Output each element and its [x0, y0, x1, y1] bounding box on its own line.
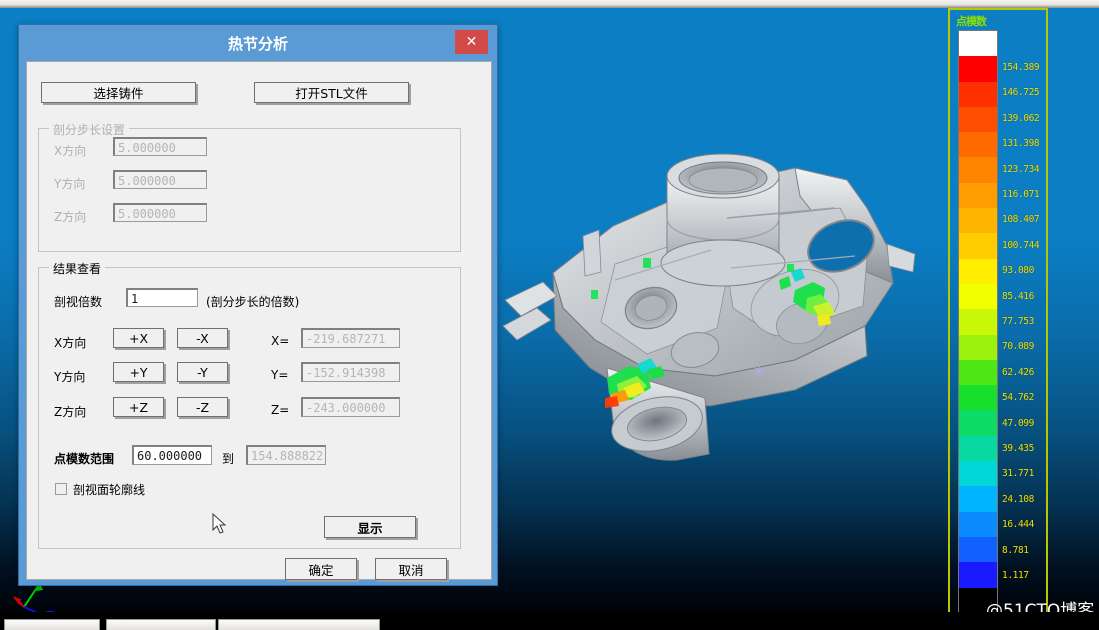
dialog-body: 选择铸件 打开STL文件 剖分步长设置 X方向 5.000000 Y方向 5.0…	[26, 61, 492, 580]
color-legend: 点模数 154.389146.725139.062131.398123.7341…	[948, 8, 1048, 620]
legend-band-13	[959, 360, 997, 385]
step-settings-group-title: 剖分步长设置	[49, 121, 129, 138]
axis-z-minus-button[interactable]: -Z	[177, 397, 228, 417]
legend-band-16	[959, 436, 997, 461]
casting-3d-model[interactable]	[495, 68, 925, 468]
coord-z-value[interactable]: -243.000000	[301, 397, 400, 417]
legend-tick-19: 8.781	[1002, 545, 1029, 556]
legend-tick-15: 39.435	[1002, 443, 1034, 454]
legend-tick-18: 16.444	[1002, 519, 1034, 530]
axis-x-minus-button[interactable]: -X	[177, 328, 228, 348]
legend-tick-10: 77.753	[1002, 316, 1034, 327]
dialog-titlebar[interactable]: 热节分析 ✕	[19, 25, 497, 61]
dialog-title: 热节分析	[19, 33, 497, 54]
legend-tick-0: 154.389	[1002, 62, 1039, 73]
step-z-input[interactable]: 5.000000	[113, 203, 207, 222]
step-x-label: X方向	[54, 142, 86, 159]
legend-tick-1: 146.725	[1002, 87, 1039, 98]
taskbar-button-3[interactable]	[218, 619, 380, 630]
legend-tick-14: 47.099	[1002, 418, 1034, 429]
axis-y-label: Y方向	[54, 368, 85, 385]
legend-band-18	[959, 486, 997, 511]
show-button[interactable]: 显示	[324, 516, 416, 538]
select-casting-button[interactable]: 选择铸件	[41, 82, 196, 103]
legend-tick-4: 123.734	[1002, 164, 1039, 175]
legend-band-12	[959, 335, 997, 360]
coord-z-label: Z=	[271, 403, 289, 417]
legend-band-11	[959, 309, 997, 334]
multiplier-input[interactable]: 1	[126, 288, 198, 307]
range-label: 点模数范围	[54, 450, 114, 467]
axis-z-plus-button[interactable]: +Z	[113, 397, 164, 417]
legend-band-3	[959, 107, 997, 132]
contour-checkbox-label: 剖视面轮廓线	[73, 481, 145, 498]
legend-tick-2: 139.062	[1002, 113, 1039, 124]
legend-band-5	[959, 157, 997, 182]
close-icon[interactable]: ✕	[455, 30, 488, 54]
legend-band-6	[959, 183, 997, 208]
contour-checkbox[interactable]	[55, 483, 67, 495]
range-from-input[interactable]: 60.000000	[132, 445, 212, 465]
top-toolbar-strip	[0, 0, 1099, 8]
coord-y-value[interactable]: -152.914398	[301, 362, 400, 382]
coord-x-label: X=	[271, 334, 289, 348]
legend-tick-8: 93.080	[1002, 265, 1034, 276]
coord-y-label: Y=	[271, 368, 288, 382]
application-window: ✳ Z 点模数 154.389146.725139.062131.398123.…	[0, 0, 1099, 630]
legend-band-15	[959, 410, 997, 435]
legend-band-10	[959, 284, 997, 309]
legend-tick-20: 1.117	[1002, 570, 1029, 581]
hot-spot-analysis-dialog: 热节分析 ✕ 选择铸件 打开STL文件 剖分步长设置 X方向 5.000000 …	[18, 24, 498, 586]
legend-band-17	[959, 461, 997, 486]
axis-y-minus-button[interactable]: -Y	[177, 362, 228, 382]
axis-z-label: Z方向	[54, 403, 86, 420]
legend-tick-17: 24.108	[1002, 494, 1034, 505]
legend-colorbar	[958, 30, 998, 614]
taskbar-button-1[interactable]	[4, 619, 100, 630]
legend-tick-7: 100.744	[1002, 240, 1039, 251]
axis-x-plus-button[interactable]: +X	[113, 328, 164, 348]
step-settings-group: 剖分步长设置	[38, 128, 461, 252]
legend-tick-5: 116.071	[1002, 189, 1039, 200]
legend-tick-9: 85.416	[1002, 291, 1034, 302]
legend-band-19	[959, 512, 997, 537]
legend-band-7	[959, 208, 997, 233]
legend-band-14	[959, 385, 997, 410]
legend-band-8	[959, 233, 997, 258]
multiplier-label: 剖视倍数	[54, 293, 102, 310]
legend-band-20	[959, 537, 997, 562]
legend-tick-12: 62.426	[1002, 367, 1034, 378]
step-z-label: Z方向	[54, 208, 86, 225]
step-x-input[interactable]: 5.000000	[113, 137, 207, 156]
ok-button[interactable]: 确定	[285, 558, 357, 580]
legend-band-21	[959, 562, 997, 587]
axis-y-plus-button[interactable]: +Y	[113, 362, 164, 382]
open-stl-file-button[interactable]: 打开STL文件	[254, 82, 409, 103]
axis-x-label: X方向	[54, 334, 86, 351]
legend-tick-6: 108.407	[1002, 214, 1039, 225]
step-y-input[interactable]: 5.000000	[113, 170, 207, 189]
legend-tick-13: 54.762	[1002, 392, 1034, 403]
legend-tick-16: 31.771	[1002, 468, 1034, 479]
cancel-button[interactable]: 取消	[375, 558, 447, 580]
coord-x-value[interactable]: -219.687271	[301, 328, 400, 348]
legend-tick-11: 70.089	[1002, 341, 1034, 352]
legend-band-2	[959, 82, 997, 107]
legend-title: 点模数	[956, 13, 986, 29]
step-y-label: Y方向	[54, 175, 85, 192]
range-to-label: 到	[222, 450, 234, 467]
range-to-input[interactable]: 154.888822	[246, 445, 326, 465]
legend-band-9	[959, 259, 997, 284]
legend-tick-3: 131.398	[1002, 138, 1039, 149]
legend-band-4	[959, 132, 997, 157]
legend-band-0	[959, 31, 997, 56]
hotspot-marker-icon: ✳	[752, 366, 766, 380]
legend-band-1	[959, 56, 997, 81]
multiplier-hint: (剖分步长的倍数)	[206, 293, 299, 310]
result-view-group-title: 结果查看	[49, 260, 105, 277]
mouse-cursor	[212, 513, 228, 535]
taskbar-button-2[interactable]	[106, 619, 216, 630]
legend-tick-labels: 154.389 146.725 139.062 131.398 123.734 116.0…	[1002, 30, 1048, 614]
